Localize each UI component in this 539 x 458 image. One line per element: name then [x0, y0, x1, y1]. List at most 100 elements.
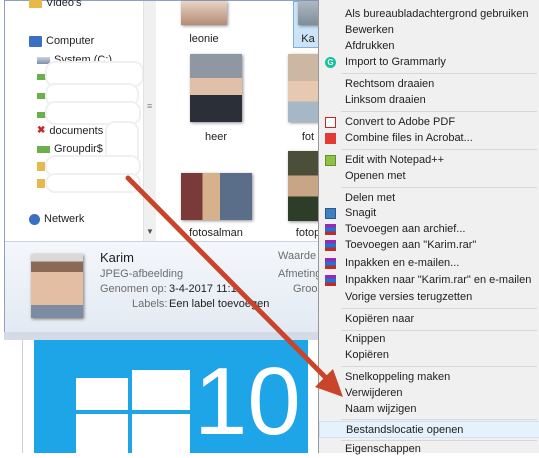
windows-logo-pane: [132, 370, 190, 410]
winrar-icon: [325, 258, 336, 269]
acrobat-icon: [325, 133, 336, 144]
menu-item-restore-previous[interactable]: Vorige versies terugzetten: [319, 289, 539, 306]
menu-separator: [341, 308, 537, 309]
menu-item-label: Inpakken en e-mailen...: [345, 257, 460, 269]
photo-thumbnail[interactable]: [181, 1, 227, 25]
menu-separator: [341, 366, 537, 367]
menu-item-label: Import to Grammarly: [345, 56, 446, 68]
menu-item-rotate-right[interactable]: Rechtsom draaien: [319, 76, 539, 93]
nav-item-computer[interactable]: Computer: [29, 33, 94, 49]
menu-item-label: Toevoegen aan archief...: [345, 223, 466, 235]
menu-item-label: Vorige versies terugzetten: [345, 291, 473, 303]
adobe-pdf-icon: [325, 117, 336, 128]
menu-item-label: Bestandslocatie openen: [346, 424, 464, 436]
explorer-window: Video's Computer System (C:) ✖ documents …: [4, 0, 325, 332]
menu-item-label: Verwijderen: [345, 387, 403, 399]
menu-item-edit-notepad[interactable]: Edit with Notepad++: [319, 152, 539, 169]
details-labels-value[interactable]: Een label toevoegen: [169, 298, 269, 310]
menu-item-snagit[interactable]: Snagit: [319, 205, 539, 222]
details-labels-label: Labels:: [132, 298, 168, 310]
background-window-strip: [0, 332, 23, 453]
file-label[interactable]: fotosalman: [171, 227, 261, 239]
folder-icon: [29, 0, 42, 8]
menu-item-label: Snelkoppeling maken: [345, 371, 451, 383]
menu-item-compress-karim-email[interactable]: Inpakken naar "Karim.rar" en e-mailen: [319, 272, 539, 289]
grammarly-icon: G: [325, 57, 336, 68]
snagit-icon: [325, 208, 336, 219]
menu-item-label: Kopiëren naar: [345, 313, 415, 325]
nav-scrollbar[interactable]: ≡ ▼: [143, 1, 156, 241]
nav-item-label: Video's: [46, 0, 82, 9]
photo-thumbnail[interactable]: [190, 54, 242, 122]
photo-thumbnail[interactable]: [181, 173, 252, 220]
details-right-value-2: Afmeting: [278, 268, 322, 280]
menu-item-label: Combine files in Acrobat...: [345, 132, 473, 144]
context-menu: Als bureaubladachtergrond gebruiken Bewe…: [318, 0, 539, 455]
winrar-icon: [325, 240, 336, 251]
menu-item-copy[interactable]: Kopiëren: [319, 347, 539, 364]
scroll-down-arrow-icon[interactable]: ▼: [146, 227, 154, 236]
menu-item-label: Bewerken: [345, 24, 394, 36]
menu-item-send-to[interactable]: Kopiëren naar: [319, 311, 539, 328]
menu-item-open-file-location[interactable]: Bestandslocatie openen: [319, 421, 539, 438]
menu-separator: [341, 149, 537, 150]
selected-file-thumbnail: [31, 254, 83, 318]
nav-item-documents[interactable]: ✖ documents: [37, 123, 103, 139]
windows-10-number: 10: [194, 348, 301, 455]
menu-item-label: Linksom draaien: [345, 94, 426, 106]
photo-thumbnail[interactable]: [288, 151, 322, 221]
menu-item-properties[interactable]: Eigenschappen: [319, 441, 539, 458]
menu-item-add-to-archive[interactable]: Toevoegen aan archief...: [319, 221, 539, 238]
nav-item-videos[interactable]: Video's: [29, 0, 82, 11]
menu-item-label: Edit with Notepad++: [345, 154, 445, 166]
menu-item-cut[interactable]: Knippen: [319, 331, 539, 348]
winrar-icon: [325, 224, 336, 235]
photo-thumbnail[interactable]: [288, 54, 322, 122]
menu-item-open-with[interactable]: Openen met: [319, 168, 539, 185]
menu-item-label: Rechtsom draaien: [345, 78, 435, 90]
menu-separator: [341, 111, 537, 112]
drive-icon: [37, 145, 50, 153]
menu-item-label: Snagit: [345, 207, 377, 219]
menu-item-rotate-left[interactable]: Linksom draaien: [319, 92, 539, 109]
menu-separator: [341, 73, 537, 74]
nav-item-netwerk[interactable]: Netwerk: [29, 211, 84, 227]
details-taken-label: Genomen op:: [100, 283, 167, 295]
menu-item-combine-acrobat[interactable]: Combine files in Acrobat...: [319, 130, 539, 147]
navigation-pane: Video's Computer System (C:) ✖ documents …: [5, 0, 158, 241]
menu-item-label: Toevoegen aan "Karim.rar": [345, 239, 477, 251]
computer-icon: [29, 35, 42, 47]
menu-item-label: Afdrukken: [345, 40, 395, 52]
menu-item-label: Convert to Adobe PDF: [345, 116, 456, 128]
notepad-plus-plus-icon: [325, 155, 336, 166]
menu-item-import-grammarly[interactable]: G Import to Grammarly: [319, 54, 539, 71]
disconnected-drive-icon: ✖: [37, 125, 46, 137]
menu-item-compress-email[interactable]: Inpakken en e-mailen...: [319, 255, 539, 272]
windows-logo-pane: [76, 414, 128, 453]
nav-item-label: Groupdir$: [54, 143, 103, 155]
scrollbar-grip-icon[interactable]: ≡: [147, 101, 153, 111]
menu-item-rename[interactable]: Naam wijzigen: [319, 401, 539, 418]
file-content-pane: leonie Ka heer fot fotosalman fotop: [157, 1, 325, 241]
menu-item-add-to-karim-rar[interactable]: Toevoegen aan "Karim.rar": [319, 237, 539, 254]
details-file-name: Karim: [100, 250, 134, 265]
menu-item-set-as-background[interactable]: Als bureaubladachtergrond gebruiken: [319, 6, 539, 23]
file-label[interactable]: leonie: [159, 33, 249, 45]
nav-item-label: Netwerk: [44, 213, 85, 225]
menu-item-label: Inpakken naar "Karim.rar" en e-mailen: [345, 274, 532, 286]
menu-item-label: Openen met: [345, 170, 406, 182]
menu-separator: [341, 187, 537, 188]
folder-icon: [37, 179, 45, 188]
menu-separator: [341, 419, 537, 420]
menu-item-label: Eigenschappen: [345, 443, 421, 455]
menu-item-label: Als bureaubladachtergrond gebruiken: [345, 8, 529, 20]
menu-item-print[interactable]: Afdrukken: [319, 38, 539, 55]
details-taken-value: 3-4-2017 11:1: [169, 283, 237, 295]
network-icon: [29, 213, 40, 225]
nav-item-label: documents: [49, 125, 104, 137]
menu-item-delete[interactable]: Verwijderen: [319, 385, 539, 402]
menu-item-convert-pdf[interactable]: Convert to Adobe PDF: [319, 114, 539, 131]
menu-item-edit[interactable]: Bewerken: [319, 22, 539, 39]
menu-item-create-shortcut[interactable]: Snelkoppeling maken: [319, 369, 539, 386]
file-label[interactable]: heer: [171, 131, 261, 143]
